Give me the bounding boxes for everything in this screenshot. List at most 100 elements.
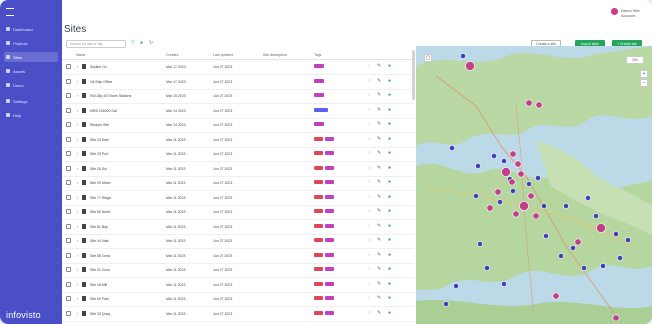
row-checkbox[interactable] bbox=[66, 64, 71, 69]
edit-icon[interactable]: ✎ bbox=[377, 266, 381, 272]
row-checkbox[interactable] bbox=[66, 209, 71, 214]
site-name[interactable]: Site 60 Park bbox=[90, 297, 109, 301]
map-marker-blue[interactable] bbox=[617, 255, 623, 261]
row-checkbox[interactable] bbox=[66, 252, 71, 258]
search-input[interactable]: Search for site or tag bbox=[66, 40, 126, 48]
delete-icon[interactable]: ● bbox=[388, 295, 391, 301]
map-marker-pink[interactable] bbox=[574, 238, 582, 246]
row-checkbox[interactable] bbox=[66, 223, 71, 229]
row-checkbox[interactable] bbox=[66, 78, 71, 84]
map-marker-blue[interactable] bbox=[541, 203, 547, 209]
edit-icon[interactable]: ✎ bbox=[377, 150, 381, 156]
row-checkbox[interactable] bbox=[66, 267, 71, 272]
table-row[interactable]: › Oil Ship Office Mar 17 2023 Jun 27 2023 ◌ ✎… bbox=[62, 75, 414, 90]
delete-icon[interactable]: ● bbox=[388, 179, 391, 185]
chevron-right-icon[interactable]: › bbox=[77, 195, 78, 200]
delete-icon[interactable]: ● bbox=[388, 281, 391, 287]
edit-icon[interactable]: ✎ bbox=[377, 295, 381, 301]
delete-icon[interactable]: ● bbox=[388, 252, 391, 258]
chevron-right-icon[interactable]: › bbox=[77, 267, 78, 272]
map-marker-blue[interactable] bbox=[473, 193, 479, 199]
delete-icon[interactable]: ● bbox=[388, 150, 391, 156]
edit-icon[interactable]: ✎ bbox=[377, 92, 381, 98]
map-marker-blue[interactable] bbox=[501, 281, 507, 287]
edit-icon[interactable]: ✎ bbox=[377, 165, 381, 171]
chevron-right-icon[interactable]: › bbox=[77, 137, 78, 142]
site-name[interactable]: Site 85 Crest bbox=[90, 254, 110, 258]
table-row[interactable]: › Site 60 Park Mar 11 2023 Jun 27 2023 ◌ ✎ ● bbox=[62, 292, 414, 307]
row-checkbox[interactable] bbox=[66, 238, 71, 243]
site-name[interactable]: Site 44 Vale bbox=[90, 239, 109, 243]
visibility-icon[interactable]: ◌ bbox=[368, 237, 371, 243]
zoom-out-button[interactable]: − bbox=[640, 79, 648, 87]
row-checkbox[interactable] bbox=[66, 93, 71, 98]
edit-icon[interactable]: ✎ bbox=[377, 121, 381, 127]
row-checkbox[interactable] bbox=[66, 180, 71, 185]
fullscreen-icon[interactable]: ▢ bbox=[424, 54, 432, 62]
row-checkbox[interactable] bbox=[66, 136, 71, 142]
filter-icon[interactable]: ▽ bbox=[131, 40, 135, 46]
map-marker-pink[interactable] bbox=[552, 292, 560, 300]
sidebar-item-projects[interactable]: Projects bbox=[4, 38, 58, 48]
table-row[interactable]: › Site 80 North Mar 11 2023 Jun 27 2023 ◌ ✎ ● bbox=[62, 205, 414, 220]
map-marker-pink[interactable] bbox=[501, 167, 511, 177]
delete-icon[interactable]: ● bbox=[388, 63, 391, 69]
visibility-icon[interactable]: ◌ bbox=[368, 63, 371, 69]
map-marker-blue[interactable] bbox=[570, 245, 576, 251]
chevron-right-icon[interactable]: › bbox=[77, 93, 78, 98]
chevron-right-icon[interactable]: › bbox=[77, 311, 78, 316]
map-marker-blue[interactable] bbox=[484, 265, 490, 271]
table-scrollbar[interactable] bbox=[412, 50, 415, 100]
visibility-icon[interactable]: ◌ bbox=[368, 78, 371, 84]
chevron-right-icon[interactable]: › bbox=[77, 282, 78, 287]
chevron-right-icon[interactable]: › bbox=[77, 122, 78, 127]
site-name[interactable]: Site 91 Cove bbox=[90, 268, 110, 272]
col-name[interactable]: Name bbox=[76, 53, 85, 57]
visibility-icon[interactable]: ◌ bbox=[368, 252, 371, 258]
visibility-icon[interactable]: ◌ bbox=[368, 136, 371, 142]
map-marker-pink[interactable] bbox=[486, 204, 494, 212]
edit-icon[interactable]: ✎ bbox=[377, 237, 381, 243]
sidebar-item-dashboard[interactable]: Dashboard bbox=[4, 24, 58, 34]
delete-icon[interactable]: ● bbox=[388, 310, 391, 316]
delete-icon[interactable]: ● bbox=[388, 237, 391, 243]
refresh-icon[interactable]: ↻ bbox=[149, 40, 153, 46]
visibility-icon[interactable]: ◌ bbox=[368, 310, 371, 316]
map-marker-pink[interactable] bbox=[494, 188, 502, 196]
table-row[interactable]: › Site 44 Vale Mar 11 2023 Jun 27 2023 ◌ ✎ ● bbox=[62, 234, 414, 249]
site-name[interactable]: Site 26 Sol bbox=[90, 167, 107, 171]
map-marker-pink[interactable] bbox=[465, 61, 475, 71]
visibility-icon[interactable]: ◌ bbox=[368, 107, 371, 113]
table-row[interactable]: › SW-38p 30 Shore Stations Mar 15 2023 Jun … bbox=[62, 89, 414, 104]
site-name[interactable]: Site 09 Marin bbox=[90, 181, 111, 185]
edit-icon[interactable]: ✎ bbox=[377, 194, 381, 200]
chevron-right-icon[interactable]: › bbox=[77, 166, 78, 171]
edit-icon[interactable]: ✎ bbox=[377, 179, 381, 185]
table-row[interactable]: › MRB 234000 Gal Mar 14 2023 Jun 27 2023 ◌ ✎ ● bbox=[62, 104, 414, 119]
col-tags[interactable]: Tags bbox=[314, 53, 321, 57]
map-marker-pink[interactable] bbox=[509, 150, 517, 158]
site-name[interactable]: Site 23 Port bbox=[90, 152, 108, 156]
col-last-updated[interactable]: Last updated bbox=[213, 53, 233, 57]
map-marker-pink[interactable] bbox=[612, 314, 620, 322]
avatar[interactable] bbox=[611, 8, 618, 15]
site-name[interactable]: Skyline Ox bbox=[90, 65, 107, 69]
row-checkbox[interactable] bbox=[66, 296, 71, 301]
delete-icon[interactable]: ● bbox=[388, 92, 391, 98]
map-marker-blue[interactable] bbox=[460, 53, 466, 59]
visibility-icon[interactable]: ◌ bbox=[368, 179, 371, 185]
site-name[interactable]: SW-38p 30 Shore Stations bbox=[90, 94, 131, 98]
chevron-right-icon[interactable]: › bbox=[77, 79, 78, 84]
table-row[interactable]: › Site 91 Cove Mar 11 2023 Jun 27 2023 ◌ ✎ ● bbox=[62, 263, 414, 278]
table-row[interactable]: › Site 33 Quay Mar 11 2023 Jun 27 2023 ◌ ✎ ● bbox=[62, 307, 414, 322]
chevron-right-icon[interactable]: › bbox=[77, 238, 78, 243]
edit-icon[interactable]: ✎ bbox=[377, 281, 381, 287]
table-row[interactable]: › Site 85 Crest Mar 11 2023 Jun 27 2023 ◌ ✎ ● bbox=[62, 249, 414, 264]
map-marker-blue[interactable] bbox=[543, 233, 549, 239]
map-marker-blue[interactable] bbox=[563, 203, 569, 209]
map-canvas[interactable] bbox=[416, 46, 652, 324]
map-marker-pink[interactable] bbox=[508, 178, 516, 186]
map-marker-blue[interactable] bbox=[558, 253, 564, 259]
sidebar-item-help[interactable]: Help bbox=[4, 110, 58, 120]
table-row[interactable]: › Site 23 Keel Mar 11 2023 Jun 27 2023 ◌ ✎ ● bbox=[62, 133, 414, 148]
